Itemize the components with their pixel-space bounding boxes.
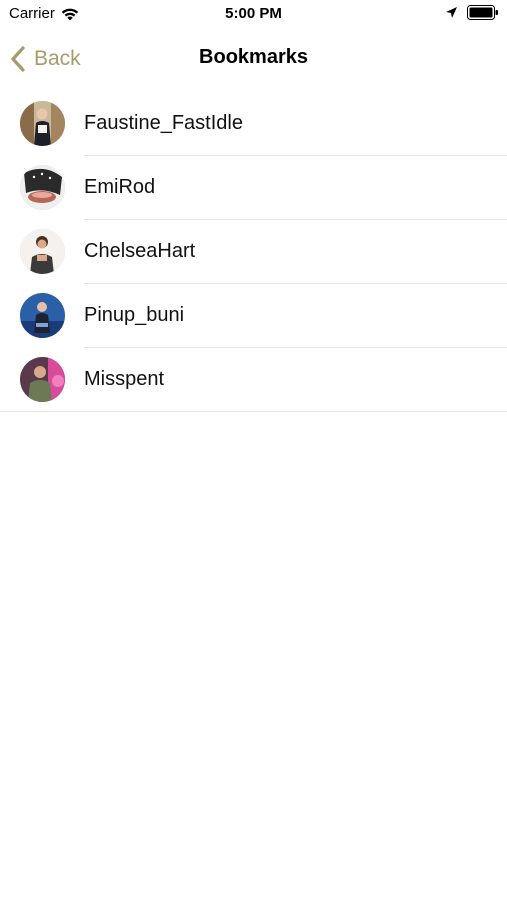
avatar <box>20 357 65 402</box>
bookmark-username: Faustine_FastIdle <box>84 112 243 134</box>
location-arrow-icon <box>445 6 458 19</box>
avatar <box>20 293 65 338</box>
bookmark-username: ChelseaHart <box>84 240 196 262</box>
list-item[interactable]: EmiRod <box>0 156 507 220</box>
list-item[interactable]: ChelseaHart <box>0 220 507 284</box>
list-item[interactable]: Pinup_buni <box>0 284 507 348</box>
list-item[interactable]: Faustine_FastIdle <box>0 92 507 156</box>
bookmark-username: EmiRod <box>84 176 156 198</box>
avatar <box>20 229 65 274</box>
battery-icon <box>467 5 499 20</box>
row-divider <box>0 411 507 412</box>
status-bar: Carrier 5:00 PM <box>0 0 507 28</box>
page-title: Bookmarks <box>199 46 308 68</box>
bookmark-username: Misspent <box>84 368 165 390</box>
bookmarks-list: Faustine_FastIdle EmiRod ChelseaHart Pin… <box>0 92 507 412</box>
status-time: 5:00 PM <box>225 5 282 22</box>
list-item[interactable]: Misspent <box>0 348 507 412</box>
bookmarks-screen: Carrier 5:00 PM Back Bookmarks Faustine_… <box>0 0 507 900</box>
status-right <box>445 5 499 20</box>
avatar <box>20 101 65 146</box>
avatar <box>20 165 65 210</box>
bookmark-username: Pinup_buni <box>84 304 185 326</box>
navigation-bar: Back Bookmarks <box>0 28 507 92</box>
